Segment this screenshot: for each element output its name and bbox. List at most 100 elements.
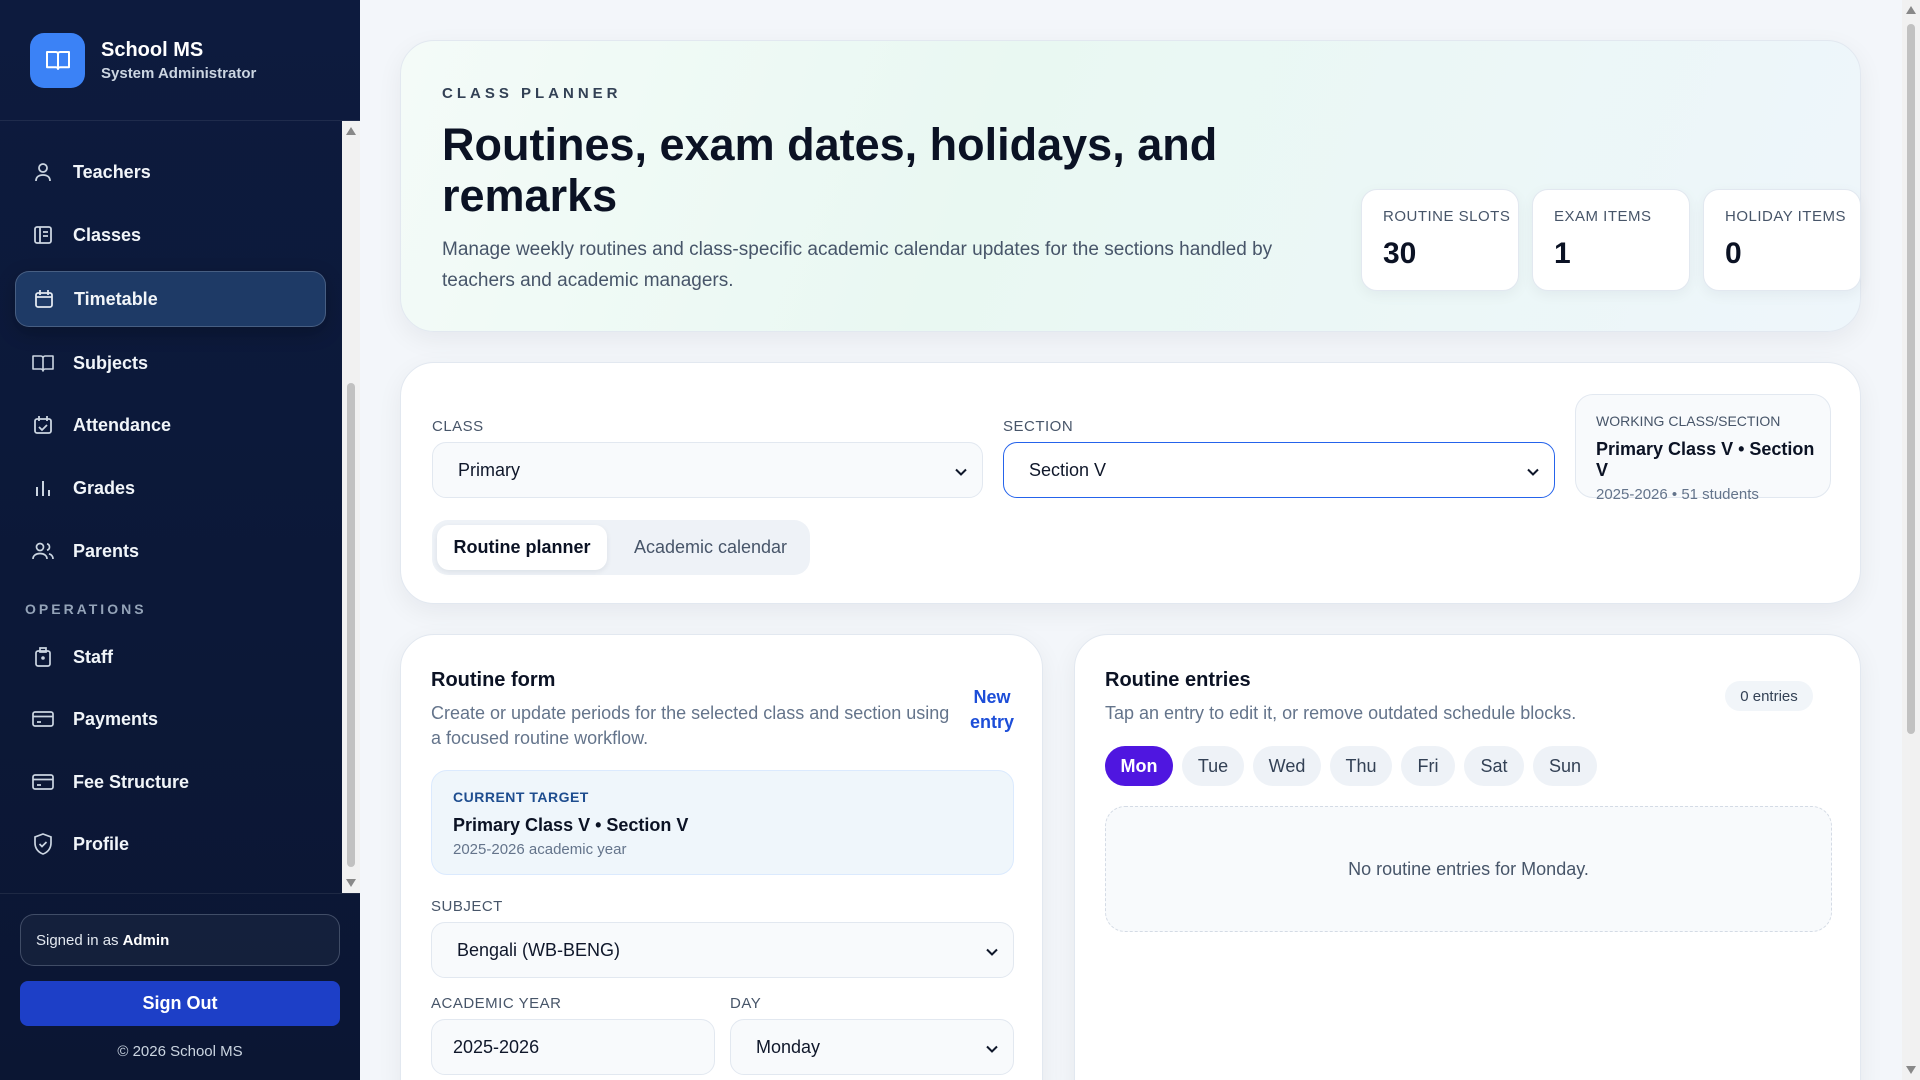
stat-value: 0 — [1725, 237, 1742, 270]
sidebar-item-label: Classes — [73, 224, 142, 245]
sidebar-scrollbar-thumb[interactable] — [347, 383, 355, 867]
sidebar-nav: Teachers Classes Timetable Subjects Atte… — [0, 121, 342, 893]
class-label: CLASS — [432, 418, 484, 435]
card-icon — [32, 771, 54, 793]
stat-exam-items: EXAM ITEMS 1 — [1532, 189, 1690, 291]
planner-tabs: Routine planner Academic calendar — [432, 520, 810, 575]
academic-year-value: 2025-2026 — [453, 1036, 540, 1057]
chevron-down-icon — [954, 463, 968, 484]
sidebar-item-label: Payments — [73, 708, 159, 729]
sidebar-item-fee-structure[interactable]: Fee Structure — [15, 754, 326, 810]
day-select[interactable]: Monday — [730, 1019, 1014, 1075]
chevron-down-icon — [985, 943, 999, 964]
scroll-up-arrow-icon[interactable] — [346, 127, 356, 135]
empty-state: No routine entries for Monday. — [1105, 806, 1832, 932]
main-content: CLASS PLANNER Routines, exam dates, holi… — [360, 0, 1902, 1080]
subject-select-value: Bengali (WB-BENG) — [457, 939, 621, 960]
book-list-icon — [32, 224, 54, 246]
card-icon — [32, 708, 54, 730]
stat-label: ROUTINE SLOTS — [1383, 208, 1511, 225]
day-select-value: Monday — [756, 1036, 821, 1057]
sidebar-item-label: Attendance — [73, 414, 172, 435]
new-entry-button[interactable]: New entry — [966, 685, 1018, 735]
scroll-up-arrow-icon[interactable] — [1906, 6, 1916, 14]
stat-value: 30 — [1383, 237, 1417, 270]
current-target: CURRENT TARGET Primary Class V • Section… — [431, 770, 1014, 875]
academic-year-label: ACADEMIC YEAR — [431, 995, 562, 1012]
calendar-check-icon — [32, 414, 54, 436]
target-title: Primary Class V • Section V — [453, 815, 689, 835]
academic-year-input[interactable]: 2025-2026 — [431, 1019, 715, 1075]
sidebar-item-attendance[interactable]: Attendance — [15, 397, 326, 453]
stat-label: EXAM ITEMS — [1554, 208, 1652, 225]
shield-icon — [32, 833, 54, 855]
day-tab-fri[interactable]: Fri — [1401, 746, 1455, 786]
subject-label: SUBJECT — [431, 898, 503, 915]
signed-in-indicator: Signed in as Admin — [20, 914, 340, 966]
sidebar-item-classes[interactable]: Classes — [15, 207, 326, 263]
open-book-icon — [32, 352, 54, 374]
target-subtitle: 2025-2026 academic year — [453, 841, 627, 858]
hero-description: Manage weekly routines and class-specifi… — [442, 239, 1273, 291]
sidebar: School MS System Administrator Teachers … — [0, 0, 360, 1080]
sidebar-scrollbar[interactable] — [342, 121, 360, 893]
day-tab-sun[interactable]: Sun — [1533, 746, 1597, 786]
stat-routine-slots: ROUTINE SLOTS 30 — [1361, 189, 1519, 291]
day-tab-sat[interactable]: Sat — [1464, 746, 1524, 786]
sidebar-item-label: Parents — [73, 540, 140, 561]
routine-form-title: Routine form — [431, 669, 556, 691]
sign-out-button[interactable]: Sign Out — [20, 981, 340, 1026]
routine-form-card: Routine form Create or update periods fo… — [400, 634, 1043, 1080]
tab-routine-planner[interactable]: Routine planner — [437, 525, 607, 570]
signed-in-prefix: Signed in as — [36, 931, 119, 949]
section-label: SECTION — [1003, 418, 1074, 435]
scroll-down-arrow-icon[interactable] — [346, 879, 356, 887]
stat-label: HOLIDAY ITEMS — [1725, 208, 1846, 225]
sidebar-item-subjects[interactable]: Subjects — [15, 335, 326, 391]
sidebar-item-timetable[interactable]: Timetable — [15, 271, 326, 327]
day-tab-thu[interactable]: Thu — [1330, 746, 1392, 786]
brand: School MS System Administrator — [0, 0, 360, 121]
nav-section-operations: OPERATIONS — [25, 601, 147, 617]
target-label: CURRENT TARGET — [453, 789, 589, 805]
routine-entries-title: Routine entries — [1105, 669, 1251, 691]
sidebar-item-teachers[interactable]: Teachers — [15, 144, 326, 200]
sidebar-item-label: Grades — [73, 477, 136, 498]
users-icon — [32, 540, 54, 562]
day-tab-wed[interactable]: Wed — [1253, 746, 1321, 786]
page-scrollbar-thumb[interactable] — [1907, 24, 1915, 734]
sidebar-item-label: Timetable — [74, 288, 158, 309]
sidebar-item-payments[interactable]: Payments — [15, 691, 326, 747]
sidebar-footer: Signed in as Admin Sign Out © 2026 Schoo… — [0, 893, 360, 1080]
badge-icon — [32, 646, 54, 668]
scroll-down-arrow-icon[interactable] — [1906, 1066, 1916, 1074]
day-label: DAY — [730, 995, 762, 1012]
routine-form-description: Create or update periods for the selecte… — [431, 703, 950, 748]
brand-title: School MS — [101, 38, 204, 61]
sidebar-item-parents[interactable]: Parents — [15, 523, 326, 579]
sidebar-item-staff[interactable]: Staff — [15, 629, 326, 685]
sidebar-item-profile[interactable]: Profile — [15, 816, 326, 872]
page-title: Routines, exam dates, holidays, and rema… — [442, 119, 1218, 221]
open-book-icon — [30, 32, 85, 88]
section-select[interactable]: Section V — [1003, 442, 1555, 498]
working-subtitle: 2025-2026 • 51 students — [1596, 486, 1759, 503]
page-scrollbar[interactable] — [1902, 0, 1920, 1080]
class-select-value: Primary — [458, 459, 520, 480]
sidebar-item-label: Profile — [73, 833, 130, 854]
working-title: Primary Class V • Section V — [1596, 439, 1815, 480]
tab-academic-calendar[interactable]: Academic calendar — [618, 525, 803, 570]
sidebar-item-grades[interactable]: Grades — [15, 460, 326, 516]
working-class-section: WORKING CLASS/SECTION Primary Class V • … — [1575, 394, 1831, 503]
working-label: WORKING CLASS/SECTION — [1596, 413, 1781, 429]
day-tab-tue[interactable]: Tue — [1182, 746, 1244, 786]
routine-entries-card: Routine entries Tap an entry to edit it,… — [1074, 634, 1861, 1080]
chevron-down-icon — [985, 1040, 999, 1061]
day-tab-mon[interactable]: Mon — [1105, 746, 1173, 786]
class-select[interactable]: Primary — [432, 442, 983, 498]
entries-count-badge: 0 entries — [1725, 681, 1813, 711]
chevron-down-icon — [1526, 463, 1540, 484]
subject-select[interactable]: Bengali (WB-BENG) — [431, 922, 1014, 978]
routine-entries-description: Tap an entry to edit it, or remove outda… — [1105, 703, 1577, 723]
bar-chart-icon — [32, 477, 54, 499]
